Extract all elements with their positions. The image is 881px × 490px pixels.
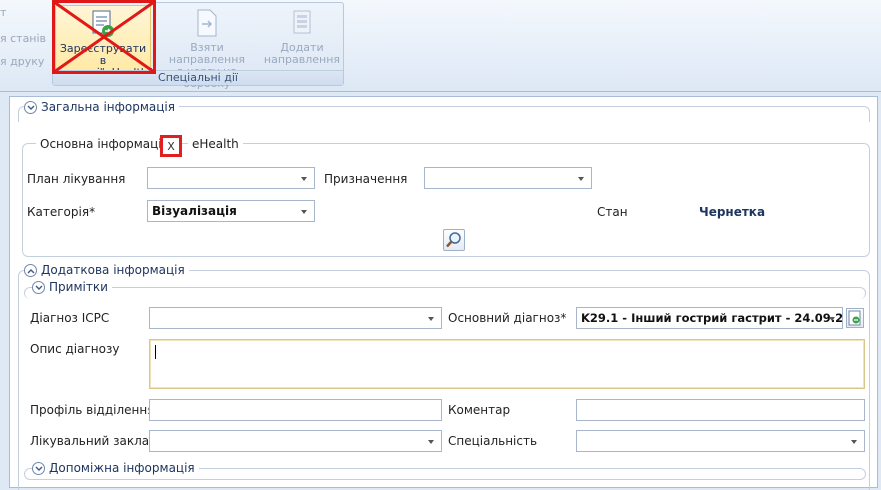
diagnosis-link-button[interactable] — [846, 308, 864, 328]
department-profile-input[interactable] — [149, 399, 442, 421]
register-document-icon — [92, 10, 114, 37]
icpc-dropdown[interactable] — [149, 307, 442, 329]
general-section-title: Загальна інформація — [41, 100, 175, 114]
expand-chevron-icon — [24, 263, 37, 277]
additional-section-header[interactable]: Додаткова інформація — [24, 263, 189, 277]
add-referral-button[interactable]: Додати направлення — [263, 5, 341, 71]
group-label: Спеціальні дії — [53, 70, 343, 85]
main-diagnosis-dropdown[interactable]: K29.1 - Інший гострий гастрит - 24.09.20… — [576, 307, 843, 329]
notes-section-header[interactable]: Примітки — [32, 280, 112, 294]
status-value: Чернетка — [699, 205, 766, 219]
diagnosis-description-label: Опис діагнозу — [30, 342, 120, 356]
main-diagnosis-label: Основний діагноз* — [448, 311, 567, 325]
diagnosis-description-textarea[interactable] — [149, 339, 865, 389]
comment-input[interactable] — [576, 399, 865, 421]
aux-section-title: Допоміжна інформація — [49, 461, 195, 475]
category-dropdown[interactable]: Візуалізація — [147, 200, 315, 222]
ribbon-cut-label-2[interactable]: я станів — [0, 32, 46, 45]
add-referral-icon — [293, 10, 311, 34]
notes-section-frame — [24, 287, 866, 299]
take-to-queue-button[interactable]: Взяти направленняв чергу на обробку — [155, 5, 259, 90]
ribbon-cut-label-1: т — [0, 6, 7, 19]
general-section-header[interactable]: Загальна інформація — [24, 100, 179, 114]
assign-dropdown[interactable] — [424, 167, 592, 189]
icpc-label: Діагноз ICPC — [30, 311, 110, 325]
collapse-chevron-icon — [24, 100, 37, 114]
category-label: Категорія* — [27, 205, 96, 219]
specialty-label: Спеціальність — [448, 434, 538, 448]
ribbon-cut-label-3[interactable]: я друку — [0, 55, 44, 68]
status-label: Стан — [597, 205, 628, 219]
comment-label: Коментар — [448, 403, 511, 417]
facility-dropdown[interactable] — [149, 430, 442, 452]
notes-section-title: Примітки — [49, 280, 108, 294]
referral-form-panel: Загальна інформація Основна інформація X… — [9, 96, 878, 490]
tab-basic-info[interactable]: Основна інформація — [36, 137, 173, 151]
close-tab-button[interactable]: X — [160, 135, 182, 157]
plan-dropdown[interactable] — [147, 167, 315, 189]
search-button[interactable] — [443, 229, 465, 251]
department-profile-label: Профіль відділення — [30, 403, 155, 417]
special-actions-group: Зареєструвати всистемі"eHealth" Взяти на… — [52, 2, 344, 90]
additional-section-title: Додаткова інформація — [41, 263, 185, 277]
queue-arrow-icon — [197, 9, 217, 37]
magnifier-icon — [446, 232, 461, 248]
specialty-dropdown[interactable] — [576, 430, 865, 452]
plan-label: План лікування — [27, 172, 126, 186]
register-ehealth-button[interactable]: Зареєструвати всистемі"eHealth" — [55, 5, 153, 79]
assign-label: Призначення — [324, 172, 408, 186]
facility-label: Лікувальний заклад — [30, 434, 158, 448]
diagnosis-doc-icon — [848, 310, 861, 326]
aux-section-header[interactable]: Допоміжна інформація — [32, 461, 199, 475]
text-caret — [155, 345, 156, 359]
ribbon: т я станів я друку Зареєструвати всистем… — [0, 0, 881, 92]
collapse-chevron-icon — [32, 280, 45, 294]
tab-ehealth[interactable]: eHealth — [188, 137, 243, 151]
collapse-chevron-icon — [32, 461, 45, 475]
